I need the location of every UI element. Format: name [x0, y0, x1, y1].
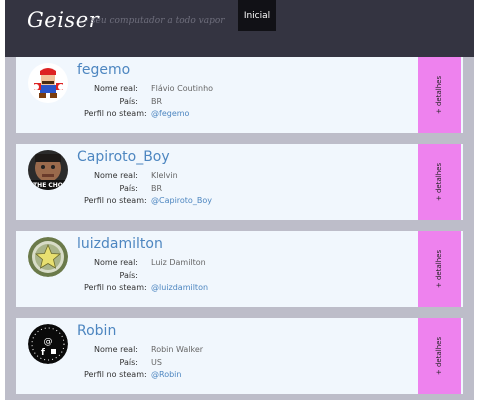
mario-avatar-icon: [28, 63, 68, 103]
username-link[interactable]: Capiroto_Boy: [77, 149, 170, 165]
country-label: País:: [119, 357, 138, 367]
star-badge-avatar-icon: [28, 237, 68, 277]
steam-profile-label: Perfil no steam:: [84, 196, 147, 205]
country-label: País:: [119, 183, 138, 193]
steam-profile-link[interactable]: @fegemo: [151, 108, 213, 121]
real-name-value: Flávio Coutinho: [151, 84, 214, 93]
nav-home-link[interactable]: Inicial: [238, 0, 276, 31]
real-name-label: Nome real:: [94, 171, 138, 180]
brand-tagline: - seu computador a todo vapor: [85, 16, 225, 26]
username-link[interactable]: Robin: [77, 323, 116, 339]
real-name-label: Nome real:: [94, 345, 138, 354]
details-button[interactable]: + detalhes: [418, 231, 461, 307]
country-label: País:: [119, 270, 138, 280]
user-card: fegemo Nome real: País: Perfil no steam:…: [16, 57, 463, 133]
real-name-value: Luiz Damilton: [151, 258, 206, 267]
country-value: US: [151, 357, 162, 367]
country-value: BR: [151, 183, 163, 193]
real-name-label: Nome real:: [94, 258, 138, 267]
real-name-value: Klelvin: [151, 171, 178, 180]
details-label: + detalhes: [435, 75, 444, 115]
user-card: THE CHO Capiroto_Boy Nome real: País: Pe…: [16, 144, 463, 220]
svg-text:THE CHO: THE CHO: [33, 182, 63, 189]
username-link[interactable]: fegemo: [77, 62, 130, 78]
username-link[interactable]: luizdamilton: [77, 236, 163, 252]
avatar[interactable]: @ f: [28, 324, 68, 364]
details-label: + detalhes: [435, 336, 444, 376]
user-card: @ f Robin Nome real: País: Perfil no ste…: [16, 318, 463, 394]
steam-profile-link[interactable]: @Capiroto_Boy: [151, 195, 212, 208]
country-value: [151, 270, 208, 283]
user-card: luizdamilton Nome real: País: Perfil no …: [16, 231, 463, 307]
site-header: Geiser - seu computador a todo vapor Ini…: [5, 0, 474, 57]
details-button[interactable]: + detalhes: [418, 57, 461, 133]
steam-profile-label: Perfil no steam:: [84, 283, 147, 292]
country-value: BR: [151, 96, 163, 106]
steam-profile-label: Perfil no steam:: [84, 109, 147, 118]
steam-profile-link[interactable]: @luizdamilton: [151, 282, 208, 295]
avatar[interactable]: [28, 63, 68, 103]
real-name-label: Nome real:: [94, 84, 138, 93]
svg-text:@: @: [44, 337, 53, 347]
steam-profile-label: Perfil no steam:: [84, 370, 147, 379]
details-button[interactable]: + detalhes: [418, 144, 461, 220]
details-label: + detalhes: [435, 249, 444, 289]
country-label: País:: [119, 96, 138, 106]
avatar[interactable]: [28, 237, 68, 277]
steam-profile-link[interactable]: @Robin: [151, 369, 203, 382]
details-button[interactable]: + detalhes: [418, 318, 461, 394]
real-name-value: Robin Walker: [151, 345, 204, 354]
details-label: + detalhes: [435, 162, 444, 202]
avatar[interactable]: THE CHO: [28, 150, 68, 190]
social-icons-avatar-icon: @ f: [28, 324, 68, 364]
face-avatar-icon: THE CHO: [28, 150, 68, 190]
svg-text:f: f: [41, 348, 45, 358]
